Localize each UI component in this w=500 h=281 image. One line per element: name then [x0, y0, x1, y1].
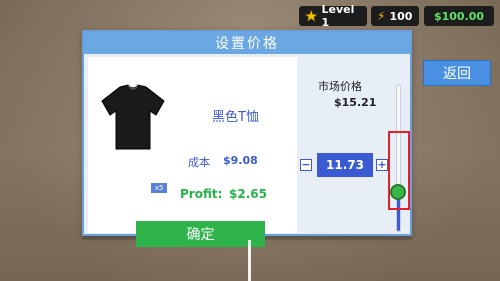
tshirt-icon — [101, 84, 165, 150]
increase-price-button[interactable]: + — [376, 159, 388, 171]
price-input[interactable]: 11.73 — [317, 153, 373, 177]
confirm-button[interactable]: 确定 — [136, 221, 265, 247]
energy-badge: ⚡ 100 — [371, 6, 419, 26]
set-price-dialog: 设置价格 黑色T恤 成本 $9.08 x5 Profit: $2.65 确定 市… — [82, 30, 412, 247]
money-value: $100.00 — [433, 9, 485, 23]
level-badge: Level 1 — [299, 3, 367, 29]
decrease-price-button[interactable]: − — [300, 159, 312, 171]
star-icon — [305, 9, 318, 22]
market-price-label: 市场价格 — [318, 80, 362, 93]
money-display: $100.00 — [424, 6, 494, 26]
tutorial-highlight — [388, 131, 410, 210]
cost-value: $9.08 — [223, 154, 258, 167]
profit-label: Profit: — [180, 187, 223, 201]
market-price-value: $15.21 — [334, 96, 377, 109]
level-label: Level 1 — [321, 3, 355, 29]
energy-value: 100 — [389, 9, 413, 23]
product-name: 黑色T恤 — [212, 110, 259, 125]
back-button[interactable]: 返回 — [423, 60, 491, 86]
dialog-title: 设置价格 — [84, 32, 410, 54]
hanging-cord — [248, 240, 251, 281]
quantity-badge: x5 — [151, 183, 167, 193]
cost-label: 成本 — [188, 156, 210, 169]
bolt-icon: ⚡ — [377, 9, 386, 23]
profit-value: $2.65 — [229, 187, 267, 201]
product-panel: 黑色T恤 成本 $9.08 x5 Profit: $2.65 确定 — [88, 57, 297, 247]
